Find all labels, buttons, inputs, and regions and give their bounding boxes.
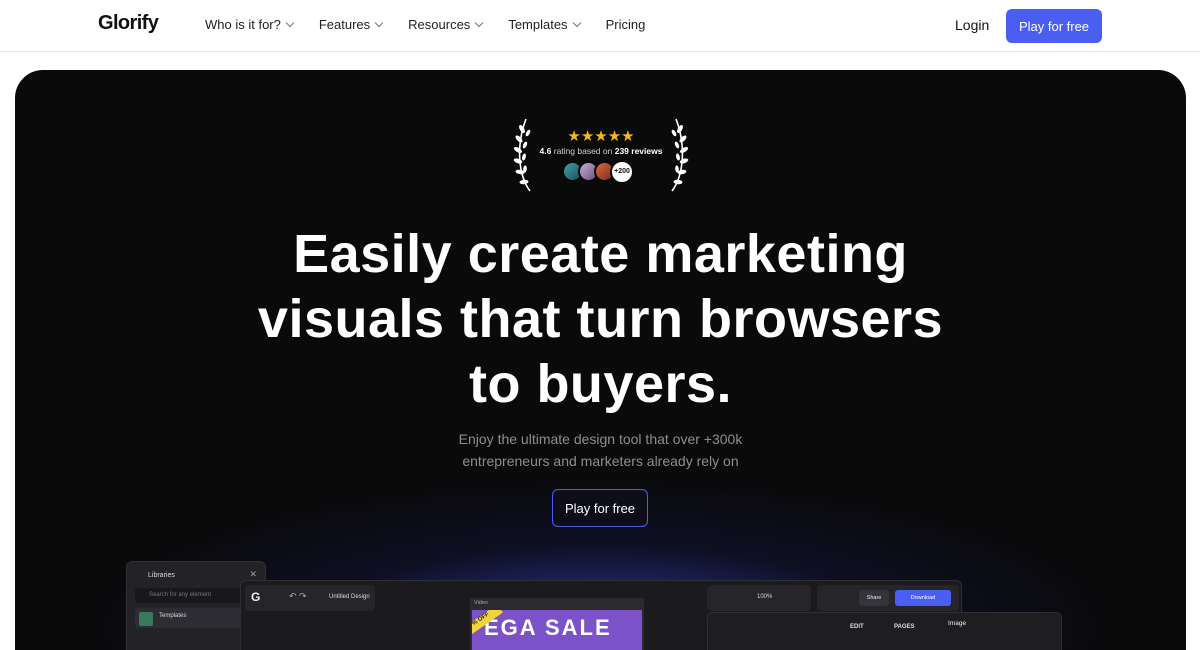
editor-toolbar-left: G ↶ ↷ Untitled Design [245, 585, 375, 611]
library-item-label: Templates [159, 613, 187, 619]
chevron-down-icon [475, 18, 484, 28]
rating-badge: ★★★★★ 4.6 rating based on 239 reviews +2… [512, 115, 690, 195]
subheading-line: Enjoy the ultimate design tool that over… [458, 431, 743, 447]
properties-panel: EDIT PAGES Image [707, 612, 1062, 650]
rating-text: 4.6 rating based on 239 reviews [512, 146, 690, 156]
headline-line: Easily create marketing [293, 224, 908, 284]
hero-play-for-free-button[interactable]: Play for free [552, 489, 648, 527]
headline-line: to buyers. [468, 354, 733, 414]
image-section-label: Image [948, 620, 967, 627]
star-rating-icon: ★★★★★ [567, 128, 635, 145]
nav-item-who-is-it-for[interactable]: Who is it for? [205, 17, 295, 32]
top-nav: Glorify Who is it for? Features Resource… [0, 0, 1200, 52]
download-button[interactable]: Download [895, 590, 951, 606]
nav-item-label: Templates [508, 17, 568, 32]
sale-text: EGA SALE [484, 615, 612, 640]
design-name[interactable]: Untitled Design [329, 594, 370, 600]
subheading-line: entrepreneurs and marketers already rely… [462, 453, 739, 469]
undo-redo-icon[interactable]: ↶ ↷ [289, 591, 307, 602]
templates-thumbnail [139, 612, 153, 626]
nav-item-label: Pricing [605, 17, 646, 32]
rating-score: 4.6 [539, 146, 552, 156]
nav-item-resources[interactable]: Resources [408, 17, 484, 32]
nav-item-label: Resources [408, 17, 471, 32]
headline-line: visuals that turn browsers [257, 289, 944, 349]
editor-zoom-controls: 100% [707, 585, 811, 611]
nav-menu: Who is it for? Features Resources Templa… [205, 17, 645, 32]
hero-section: ★★★★★ 4.6 rating based on 239 reviews +2… [15, 70, 1186, 650]
chevron-down-icon [572, 18, 581, 28]
more-avatars-badge: +200 [610, 159, 634, 184]
review-count: 239 reviews [614, 146, 663, 156]
canvas-frame: Video EGA SALE % OFF [470, 598, 644, 650]
canvas-label: Video [474, 600, 488, 606]
hero-subheading: Enjoy the ultimate design tool that over… [15, 428, 1186, 472]
share-button[interactable]: Share [859, 590, 889, 606]
hero-headline: Easily create marketing visuals that tur… [15, 222, 1186, 417]
nav-item-label: Features [318, 17, 371, 32]
editor-toolbar-right: Share Download [817, 585, 959, 611]
glorify-menu-icon[interactable]: G [251, 590, 260, 604]
chevron-down-icon [285, 18, 295, 28]
login-link[interactable]: Login [955, 17, 989, 33]
play-for-free-button[interactable]: Play for free [1006, 9, 1102, 43]
nav-item-pricing[interactable]: Pricing [606, 17, 646, 32]
canvas-design[interactable]: EGA SALE % OFF [472, 610, 642, 650]
nav-item-templates[interactable]: Templates [508, 17, 581, 32]
libraries-title: Libraries [148, 572, 175, 579]
reviewer-avatars: +200 [562, 159, 634, 184]
tab-pages[interactable]: PAGES [894, 624, 915, 630]
tab-edit[interactable]: EDIT [850, 624, 864, 630]
logo[interactable]: Glorify [98, 12, 159, 35]
nav-item-label: Who is it for? [205, 17, 281, 32]
nav-item-features[interactable]: Features [318, 17, 384, 32]
zoom-level[interactable]: 100% [757, 594, 772, 600]
close-icon[interactable]: ✕ [249, 569, 257, 580]
rating-text-middle: rating based on [553, 146, 613, 156]
chevron-down-icon [374, 18, 384, 28]
